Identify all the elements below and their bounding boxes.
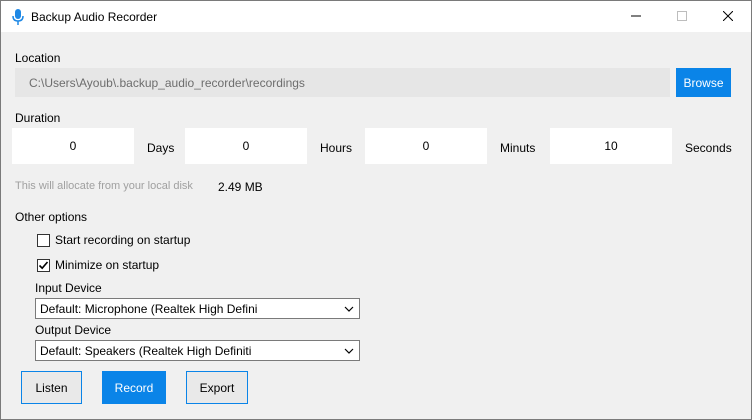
- export-button[interactable]: Export: [186, 371, 248, 404]
- minutes-input[interactable]: 0: [365, 128, 487, 164]
- minimize-button[interactable]: [613, 1, 659, 32]
- close-button[interactable]: [705, 1, 751, 32]
- minimize-on-startup-checkbox[interactable]: [37, 259, 50, 272]
- output-device-select[interactable]: Default: Speakers (Realtek High Definiti: [35, 340, 360, 361]
- minimize-on-startup-label[interactable]: Minimize on startup: [55, 258, 159, 272]
- seconds-input[interactable]: 10: [550, 128, 672, 164]
- app-window: Backup Audio Recorder Location C:\Users\…: [0, 0, 752, 420]
- other-options-label: Other options: [15, 210, 88, 224]
- seconds-unit-label: Seconds: [685, 141, 732, 155]
- chevron-down-icon: [344, 345, 354, 355]
- maximize-button[interactable]: [659, 1, 705, 32]
- allocation-hint: This will allocate from your local disk: [15, 180, 193, 192]
- days-input[interactable]: 0: [12, 128, 134, 164]
- browse-button[interactable]: Browse: [676, 68, 731, 97]
- input-device-select[interactable]: Default: Microphone (Realtek High Defini: [35, 298, 360, 319]
- maximize-icon: [677, 10, 687, 24]
- location-label: Location: [15, 51, 61, 65]
- minimize-icon: [631, 10, 641, 24]
- window-title: Backup Audio Recorder: [31, 10, 158, 24]
- title-bar[interactable]: Backup Audio Recorder: [1, 1, 751, 32]
- chevron-down-icon: [344, 303, 354, 313]
- days-unit-label: Days: [147, 141, 175, 155]
- microphone-icon: [11, 8, 25, 26]
- duration-label: Duration: [15, 111, 61, 125]
- start-recording-checkbox[interactable]: [37, 234, 50, 247]
- minutes-unit-label: Minuts: [500, 141, 536, 155]
- allocation-size: 2.49 MB: [218, 180, 263, 194]
- input-device-label: Input Device: [35, 281, 102, 295]
- hours-input[interactable]: 0: [185, 128, 307, 164]
- output-device-label: Output Device: [35, 323, 112, 337]
- output-device-value: Default: Speakers (Realtek High Definiti: [40, 344, 252, 358]
- listen-button[interactable]: Listen: [21, 371, 82, 404]
- hours-unit-label: Hours: [320, 141, 353, 155]
- start-recording-label[interactable]: Start recording on startup: [55, 233, 190, 247]
- record-button[interactable]: Record: [102, 371, 166, 404]
- recordings-path-field[interactable]: C:\Users\Ayoub\.backup_audio_recorder\re…: [15, 68, 670, 97]
- close-icon: [722, 10, 734, 24]
- input-device-value: Default: Microphone (Realtek High Defini: [40, 302, 258, 316]
